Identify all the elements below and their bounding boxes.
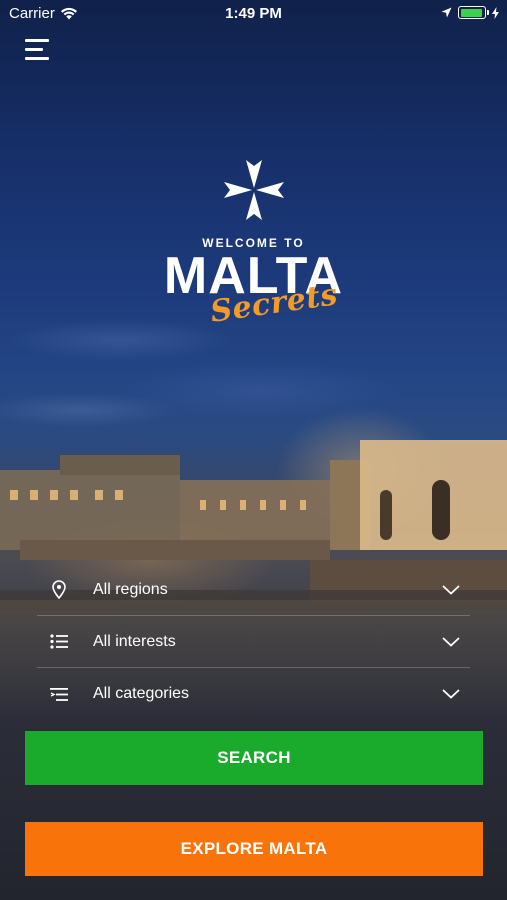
hamburger-menu-icon (25, 39, 49, 42)
explore-malta-button[interactable]: EXPLORE MALTA (25, 822, 483, 876)
app-logo: WELCOME TO MALTA Secrets (0, 158, 507, 330)
categories-icon (49, 687, 68, 701)
menu-line (25, 48, 43, 51)
list-icon (50, 634, 68, 649)
status-bar: Carrier 1:49 PM (0, 0, 507, 28)
battery-icon (458, 6, 489, 19)
charging-bolt-icon (492, 6, 499, 19)
menu-button[interactable] (25, 37, 51, 63)
interest-filter-label: All interests (93, 632, 176, 650)
location-arrow-icon (441, 7, 452, 18)
category-filter-label: All categories (93, 685, 190, 702)
search-button[interactable]: SEARCH (25, 731, 483, 785)
interest-filter[interactable]: All interests (37, 616, 470, 668)
chevron-down-icon (442, 584, 460, 595)
region-filter-label: All regions (93, 580, 168, 598)
region-filter[interactable]: All regions (37, 564, 470, 616)
battery-level (460, 8, 483, 17)
category-filter[interactable]: All categories (37, 668, 470, 720)
chevron-down-icon (442, 636, 460, 647)
maltese-cross-icon (224, 160, 284, 220)
status-time: 1:49 PM (225, 5, 282, 22)
chevron-down-icon (442, 689, 460, 699)
menu-line (25, 57, 49, 60)
location-pin-icon (52, 580, 66, 599)
